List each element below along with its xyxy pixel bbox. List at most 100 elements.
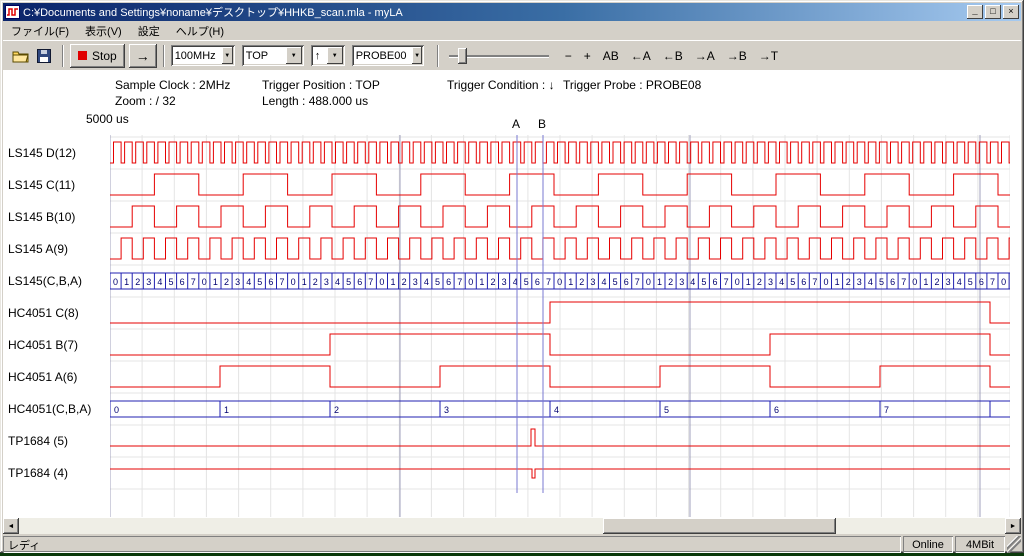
goto-next-b-button[interactable]: →B [721, 45, 753, 67]
zoom-in-button[interactable]: + [578, 45, 597, 67]
chevron-down-icon[interactable]: ▼ [327, 47, 343, 64]
app-window: C:¥Documents and Settings¥noname¥デスクトップ¥… [0, 0, 1024, 553]
goto-next-a-button[interactable]: →A [689, 45, 721, 67]
status-bar: レディ Online 4MBit [3, 534, 1021, 553]
bus-value: 2 [313, 277, 318, 287]
cursor-b-label[interactable]: B [535, 117, 549, 131]
bus-value: 0 [113, 277, 118, 287]
chevron-down-icon[interactable]: ▼ [286, 47, 302, 64]
chevron-down-icon[interactable]: ▼ [222, 47, 233, 64]
maximize-button[interactable]: □ [985, 5, 1001, 19]
trigger-edge-select[interactable]: ↑ ▼ [311, 45, 345, 66]
bus-value: 5 [168, 277, 173, 287]
bus-value: 4 [779, 277, 784, 287]
bus-value: 3 [146, 277, 151, 287]
cursor-a-label[interactable]: A [509, 117, 523, 131]
chevron-down-icon[interactable]: ▼ [412, 47, 421, 64]
bus-value: 2 [334, 405, 339, 415]
horizontal-scrollbar[interactable]: ◄ ► [3, 518, 1021, 534]
bus-value: 6 [624, 277, 629, 287]
bus-value: 4 [868, 277, 873, 287]
app-icon [5, 5, 20, 19]
bus-value: 4 [157, 277, 162, 287]
probe-value: PROBE00 [352, 45, 411, 66]
bus-value: 0 [114, 405, 119, 415]
bus-value: 4 [957, 277, 962, 287]
run-button[interactable]: → [129, 44, 157, 68]
bus-value: 3 [768, 277, 773, 287]
probe-select[interactable]: PROBE00 ▼ [352, 45, 424, 66]
trigger-position-info: Trigger Position : TOP [262, 78, 380, 92]
trigger-position-select[interactable]: TOP ▼ [242, 45, 304, 66]
stop-button-label: Stop [92, 49, 117, 63]
bus-value: 0 [291, 277, 296, 287]
cursor-ab-button[interactable]: AB [597, 45, 625, 67]
minimize-button[interactable]: _ [967, 5, 983, 19]
scroll-left-icon[interactable]: ◄ [3, 518, 19, 534]
bus-value: 2 [579, 277, 584, 287]
stop-button[interactable]: Stop [70, 44, 125, 68]
menu-settings[interactable]: 設定 [130, 21, 168, 41]
bus-value: 6 [268, 277, 273, 287]
open-icon[interactable] [9, 45, 31, 67]
bus-value: 6 [357, 277, 362, 287]
zoom-slider[interactable] [449, 45, 549, 67]
bus-value: 6 [446, 277, 451, 287]
bus-value: 7 [901, 277, 906, 287]
bus-value: 4 [246, 277, 251, 287]
bus-value: 5 [701, 277, 706, 287]
bus-value: 7 [724, 277, 729, 287]
menu-help[interactable]: ヘルプ(H) [168, 21, 232, 41]
bus-value: 6 [180, 277, 185, 287]
menu-file[interactable]: ファイル(F) [3, 21, 77, 41]
bus-value: 5 [524, 277, 529, 287]
bus-value: 1 [835, 277, 840, 287]
toolbar-separator [62, 45, 64, 67]
scrollbar-thumb[interactable] [603, 518, 836, 534]
status-message: レディ [3, 536, 901, 553]
bus-value: 1 [568, 277, 573, 287]
bus-value: 7 [884, 405, 889, 415]
sample-clock-select[interactable]: 100MHz ▼ [171, 45, 235, 66]
bus-value: 0 [557, 277, 562, 287]
save-icon[interactable] [33, 45, 55, 67]
bus-value: 1 [746, 277, 751, 287]
waveform-plot: 0123456701234567012345670123456701234567… [110, 135, 1010, 517]
bus-value: 0 [823, 277, 828, 287]
time-scale-label: 5000 us [86, 112, 129, 126]
bus-value: 3 [413, 277, 418, 287]
waveform-area: Sample Clock : 2MHz Trigger Position : T… [3, 70, 1021, 534]
sample-clock-value: 100MHz [171, 45, 220, 66]
bus-value: 7 [546, 277, 551, 287]
goto-trigger-button[interactable]: →T [753, 45, 784, 67]
menu-view[interactable]: 表示(V) [77, 21, 130, 41]
stop-icon [78, 51, 87, 60]
bus-value: 2 [846, 277, 851, 287]
bus-value: 0 [379, 277, 384, 287]
scroll-right-icon[interactable]: ► [1005, 518, 1021, 534]
zoom-info: Zoom : / 32 [115, 94, 176, 108]
bus-value: 0 [646, 277, 651, 287]
zoom-out-button[interactable]: − [559, 45, 578, 67]
trigger-position-value: TOP [242, 45, 284, 66]
goto-prev-b-button[interactable]: ←B [657, 45, 689, 67]
bus-value: 1 [224, 405, 229, 415]
bus-value: 2 [224, 277, 229, 287]
trigger-probe-info: Trigger Probe : PROBE08 [563, 78, 701, 92]
bus-value: 7 [368, 277, 373, 287]
bus-value: 5 [257, 277, 262, 287]
channel-label: TP1684 (5) [8, 434, 68, 448]
bus-value: 2 [934, 277, 939, 287]
bus-value: 5 [435, 277, 440, 287]
slider-thumb[interactable] [458, 48, 467, 64]
menu-bar: ファイル(F) 表示(V) 設定 ヘルプ(H) [3, 21, 1021, 40]
goto-prev-a-button[interactable]: ←A [625, 45, 657, 67]
window-title: C:¥Documents and Settings¥noname¥デスクトップ¥… [23, 4, 965, 20]
resize-grip-icon[interactable] [1007, 536, 1021, 553]
bus-value: 5 [790, 277, 795, 287]
bus-value: 0 [912, 277, 917, 287]
bus-value: 6 [801, 277, 806, 287]
bus-value: 5 [968, 277, 973, 287]
bus-value: 0 [735, 277, 740, 287]
close-button[interactable]: × [1003, 5, 1019, 19]
